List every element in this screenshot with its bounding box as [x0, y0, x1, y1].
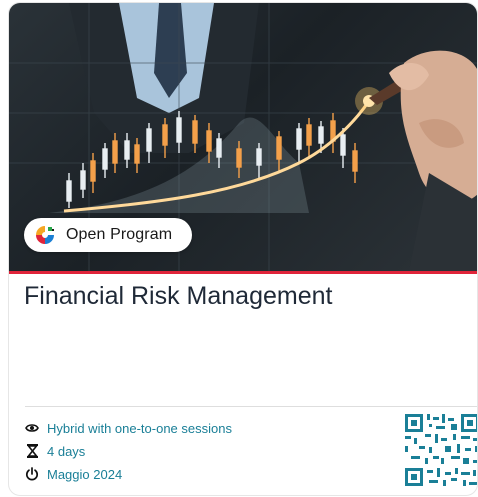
divider: [25, 406, 477, 407]
duration-text: 4 days: [47, 443, 86, 459]
open-program-badge[interactable]: Open Program: [24, 218, 192, 252]
format-text: Hybrid with one-to-one sessions: [47, 420, 232, 436]
duration-row: 4 days: [25, 442, 85, 460]
format-row: Hybrid with one-to-one sessions: [25, 419, 232, 437]
accent-line: [9, 271, 477, 274]
brand-logo-icon: [34, 224, 56, 246]
qr-code[interactable]: [405, 414, 477, 486]
start-text: Maggio 2024: [47, 466, 123, 482]
program-card[interactable]: Open Program Financial Risk Management H…: [8, 2, 478, 496]
power-icon: [25, 467, 39, 481]
badge-label: Open Program: [66, 226, 173, 243]
hourglass-icon: [25, 444, 39, 458]
eye-icon: [25, 421, 39, 435]
start-row: Maggio 2024: [25, 465, 122, 483]
program-title[interactable]: Financial Risk Management: [24, 280, 464, 312]
